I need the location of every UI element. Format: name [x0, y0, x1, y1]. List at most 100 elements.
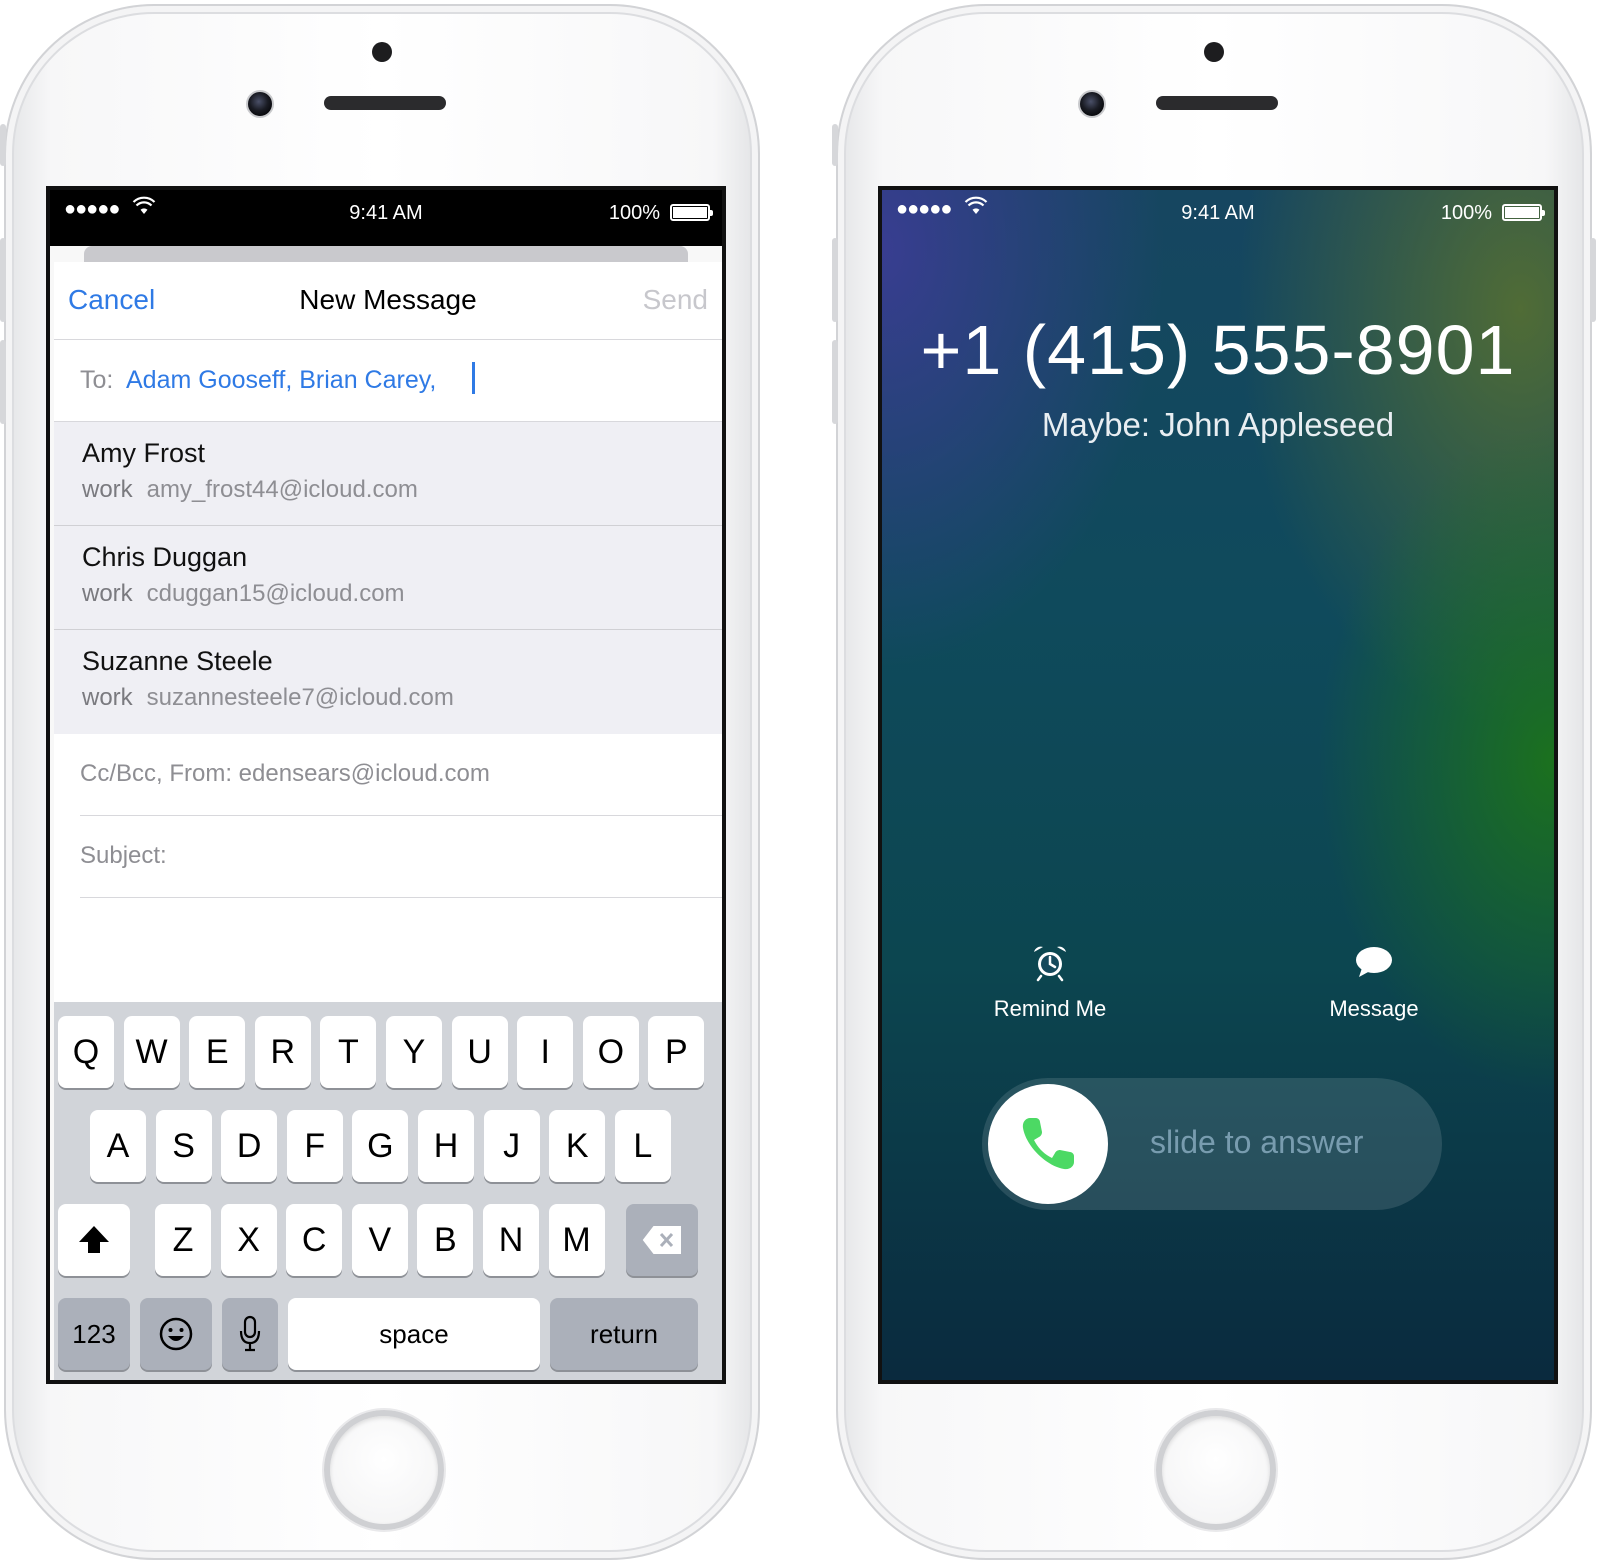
message-button[interactable]: Message — [1274, 942, 1474, 1022]
message-bubble-icon — [1356, 947, 1392, 977]
to-label: To: — [80, 366, 114, 394]
suggestion-name: Chris Duggan — [82, 542, 248, 572]
dictation-key[interactable] — [222, 1298, 278, 1370]
recipient-suggestions: Amy Frost work amy_frost44@icloud.com Chr… — [54, 422, 722, 734]
earpiece-speaker — [324, 96, 446, 110]
backspace-icon — [642, 1226, 681, 1254]
slide-to-answer-label: slide to answer — [1150, 1124, 1364, 1160]
to-field[interactable]: To: Adam Gooseff, Brian Carey, — [54, 340, 722, 422]
key-n[interactable]: N — [483, 1204, 539, 1276]
front-camera — [246, 90, 274, 118]
key-g[interactable]: G — [352, 1110, 409, 1182]
key-f[interactable]: F — [286, 1110, 343, 1182]
suggestion-email: suzannesteele7@icloud.com — [146, 684, 454, 711]
send-button[interactable]: Send — [643, 284, 708, 316]
numbers-key[interactable]: 123 — [58, 1298, 130, 1370]
battery-percent: 100% — [608, 202, 660, 224]
page-title: New Message — [299, 284, 477, 315]
remind-me-label: Remind Me — [993, 996, 1107, 1021]
home-button[interactable] — [324, 1410, 444, 1530]
text-cursor — [472, 362, 475, 394]
key-u[interactable]: U — [451, 1016, 508, 1088]
message-label: Message — [1329, 996, 1419, 1021]
key-c[interactable]: C — [286, 1204, 343, 1276]
shift-arrow-icon — [79, 1226, 109, 1253]
space-key[interactable]: space — [288, 1298, 540, 1370]
keyboard: QWERTYUIOP ASDFGHJKL ZXCVBNM 123 space r… — [54, 1002, 722, 1380]
keyboard-row-2: ASDFGHJKL — [54, 1110, 722, 1186]
battery-icon — [1502, 204, 1545, 221]
key-y[interactable]: Y — [386, 1016, 442, 1088]
key-m[interactable]: M — [548, 1204, 605, 1276]
front-camera — [1078, 90, 1106, 118]
key-h[interactable]: H — [418, 1110, 474, 1182]
key-a[interactable]: A — [90, 1110, 146, 1182]
key-v[interactable]: V — [351, 1204, 408, 1276]
suggestion-name: Suzanne Steele — [82, 646, 273, 676]
key-o[interactable]: O — [582, 1016, 639, 1088]
key-s[interactable]: S — [155, 1110, 212, 1182]
key-e[interactable]: E — [189, 1016, 246, 1088]
underlying-sheet — [84, 246, 688, 262]
caller-number: +1 (415) 555-8901 — [920, 311, 1516, 389]
to-recipients[interactable]: Adam Gooseff, Brian Carey, — [126, 366, 436, 395]
remind-me-button[interactable]: Remind Me — [950, 942, 1150, 1022]
key-b[interactable]: B — [417, 1204, 474, 1276]
mute-switch — [0, 124, 6, 166]
key-p[interactable]: P — [648, 1016, 705, 1088]
answer-knob[interactable] — [988, 1084, 1108, 1204]
key-j[interactable]: J — [483, 1110, 540, 1182]
volume-up-button — [0, 238, 6, 322]
microphone-icon — [239, 1315, 261, 1352]
key-d[interactable]: D — [221, 1110, 278, 1182]
proximity-sensor — [1204, 42, 1224, 62]
volume-down-button — [832, 340, 838, 424]
caller-suggestion: Maybe: John Appleseed — [1041, 406, 1395, 443]
suggestion-row[interactable]: Chris Duggan work cduggan15@icloud.com — [54, 526, 722, 630]
status-bar: ●●●●● 9:41 AM 100% — [882, 190, 1554, 234]
incoming-call-screen: ●●●●● 9:41 AM 100% +1 (415) 555-8901 May… — [878, 186, 1558, 1384]
volume-down-button — [0, 340, 6, 424]
status-bar: ●●●●● 9:41 AM 100% — [50, 190, 722, 234]
emoji-key[interactable] — [140, 1298, 212, 1370]
cc-from-label: Cc/Bcc, From: edensears@icloud.com — [80, 760, 490, 787]
iphone-left: ●●●●● 9:41 AM 100% Cancel New Message Se… — [0, 4, 760, 1560]
email-kind: work — [82, 684, 133, 711]
subject-label: Subject: — [80, 842, 167, 869]
key-w[interactable]: W — [123, 1016, 180, 1088]
keyboard-row-1: QWERTYUIOP — [54, 1016, 722, 1092]
key-l[interactable]: L — [614, 1110, 671, 1182]
home-button[interactable] — [1156, 1410, 1276, 1530]
delete-key[interactable] — [626, 1204, 698, 1276]
return-key[interactable]: return — [550, 1298, 698, 1370]
suggestion-email: amy_frost44@icloud.com — [146, 476, 418, 503]
key-k[interactable]: K — [549, 1110, 606, 1182]
earpiece-speaker — [1156, 96, 1278, 110]
power-button — [1590, 238, 1596, 322]
key-x[interactable]: X — [220, 1204, 277, 1276]
slide-to-answer-track[interactable]: slide to answer — [982, 1078, 1442, 1210]
email-kind: work — [82, 580, 133, 607]
key-q[interactable]: Q — [58, 1016, 114, 1088]
suggestion-detail: work cduggan15@icloud.com — [82, 580, 405, 608]
key-t[interactable]: T — [320, 1016, 377, 1088]
suggestion-row[interactable]: Amy Frost work amy_frost44@icloud.com — [54, 422, 722, 526]
divider — [80, 897, 722, 898]
keyboard-row-4: 123 space return — [54, 1298, 722, 1374]
phone-handset-icon — [1022, 1118, 1074, 1170]
battery-percent: 100% — [1440, 202, 1492, 224]
battery-icon — [670, 204, 713, 221]
suggestion-row[interactable]: Suzanne Steele work suzannesteele7@icloud… — [54, 630, 722, 734]
proximity-sensor — [372, 42, 392, 62]
shift-key[interactable] — [58, 1204, 130, 1276]
suggestion-detail: work amy_frost44@icloud.com — [82, 476, 418, 504]
key-r[interactable]: R — [254, 1016, 311, 1088]
subject-field[interactable]: Subject: — [54, 816, 722, 898]
key-i[interactable]: I — [517, 1016, 574, 1088]
alarm-clock-icon — [1034, 946, 1066, 982]
cc-from-field[interactable]: Cc/Bcc, From: edensears@icloud.com — [54, 734, 722, 816]
volume-up-button — [832, 238, 838, 322]
keyboard-row-3: ZXCVBNM — [54, 1204, 722, 1280]
key-z[interactable]: Z — [155, 1204, 211, 1276]
iphone-right: ●●●●● 9:41 AM 100% +1 (415) 555-8901 May… — [832, 4, 1596, 1560]
